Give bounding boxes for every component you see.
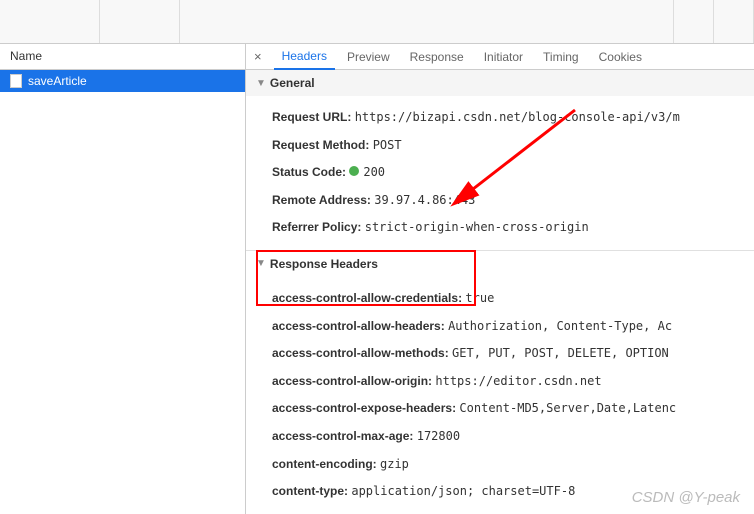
- request-url-row: Request URL: https://bizapi.csdn.net/blo…: [272, 104, 754, 132]
- remote-address-row: Remote Address: 39.97.4.86:443: [272, 187, 754, 215]
- request-item[interactable]: saveArticle: [0, 70, 245, 92]
- referrer-policy-row: Referrer Policy: strict-origin-when-cros…: [272, 214, 754, 242]
- top-toolbar: [0, 0, 754, 44]
- watermark: CSDN @Y-peak: [632, 489, 740, 506]
- tab-timing[interactable]: Timing: [535, 45, 587, 69]
- caret-down-icon: ▼: [256, 258, 266, 269]
- response-headers-header[interactable]: ▼ Response Headers: [246, 251, 754, 277]
- request-name: saveArticle: [28, 74, 87, 88]
- name-column-header: Name: [0, 44, 245, 70]
- tab-response[interactable]: Response: [402, 45, 472, 69]
- header-row: access-control-expose-headers: Content-M…: [272, 395, 754, 423]
- general-section: ▼ General Request URL: https://bizapi.cs…: [246, 70, 754, 251]
- file-icon: [10, 74, 22, 88]
- close-icon[interactable]: ×: [254, 49, 262, 64]
- tab-headers[interactable]: Headers: [274, 44, 335, 70]
- tab-initiator[interactable]: Initiator: [476, 45, 531, 69]
- header-row: access-control-allow-methods: GET, PUT, …: [272, 340, 754, 368]
- request-method-row: Request Method: POST: [272, 132, 754, 160]
- details-panel: × Headers Preview Response Initiator Tim…: [246, 44, 754, 514]
- caret-down-icon: ▼: [256, 78, 266, 89]
- header-row: access-control-allow-headers: Authorizat…: [272, 313, 754, 341]
- tab-cookies[interactable]: Cookies: [591, 45, 650, 69]
- headers-content: ▼ General Request URL: https://bizapi.cs…: [246, 70, 754, 514]
- request-list-panel: Name saveArticle: [0, 44, 246, 514]
- status-code-row: Status Code: 200: [272, 159, 754, 187]
- tab-preview[interactable]: Preview: [339, 45, 398, 69]
- header-row: access-control-allow-credentials: true: [272, 285, 754, 313]
- tabs-bar: × Headers Preview Response Initiator Tim…: [246, 44, 754, 70]
- status-dot-icon: [349, 166, 359, 176]
- response-headers-section: ▼ Response Headers access-control-allow-…: [246, 251, 754, 514]
- header-row: access-control-allow-origin: https://edi…: [272, 368, 754, 396]
- header-row: access-control-max-age: 172800: [272, 423, 754, 451]
- header-row: content-encoding: gzip: [272, 451, 754, 479]
- general-header[interactable]: ▼ General: [246, 70, 754, 96]
